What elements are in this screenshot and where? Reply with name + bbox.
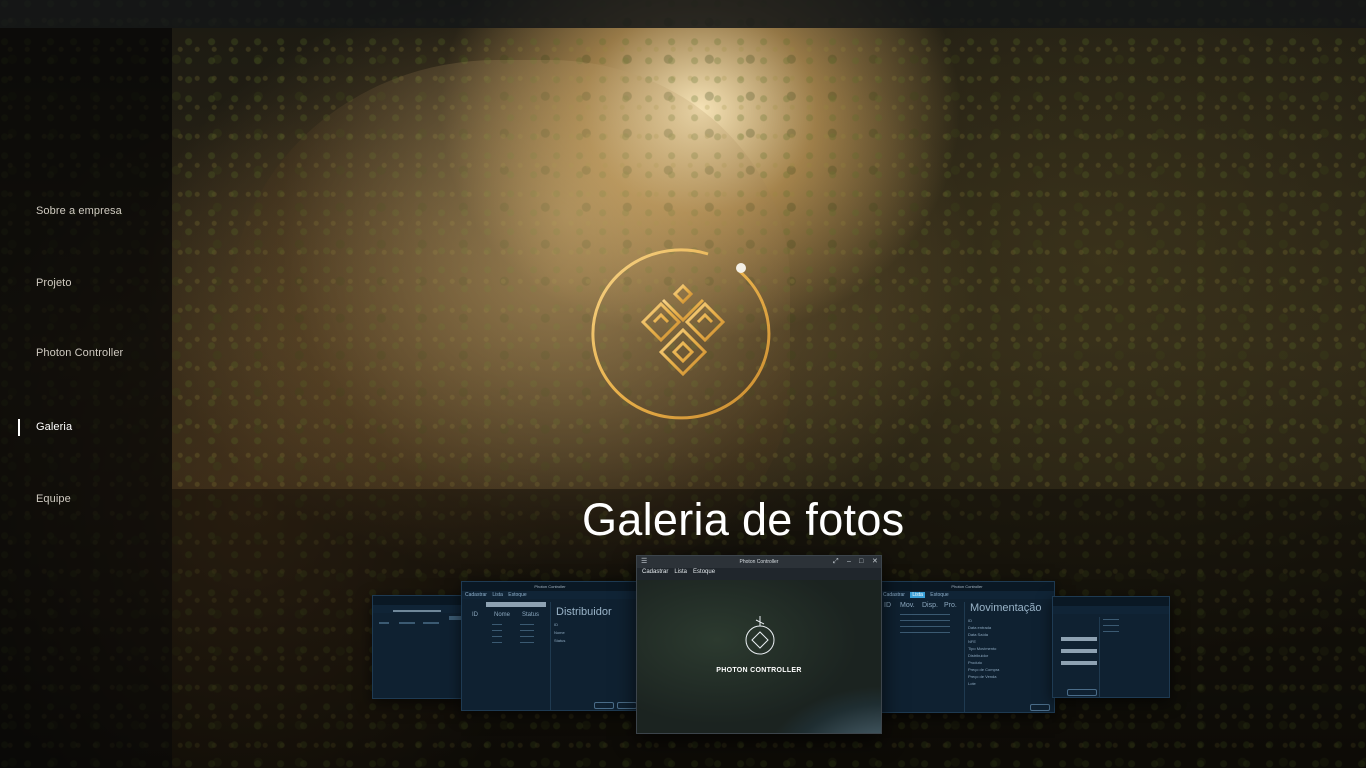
field-label: ID [554,622,558,627]
thumbnail-divider [964,602,965,712]
table-row [900,614,950,615]
menu-item-cadastrar: Cadastrar [883,592,905,598]
column-header-pro: Pro. [944,602,957,609]
column-header-disp: Disp. [922,602,938,609]
nav-item-photon-controller[interactable]: Photon Controller [36,347,123,359]
thumbnail-button [1067,689,1097,696]
field-label: Produto [968,660,983,665]
thumbnail-menu: Cadastrar Lista Estoque [880,591,1054,599]
menu-item-cadastrar: Cadastrar [465,592,487,598]
expand-icon: ⤢ [833,558,839,565]
thumbnail-field [1061,661,1097,665]
field-label: Preço de Venda [968,674,997,679]
thumbnail-line [449,616,461,620]
nav-item-equipe[interactable]: Equipe [36,493,71,505]
table-row [492,636,502,637]
column-header-nome: Nome [494,612,511,618]
table-row [492,642,502,643]
thumbnail-line [1103,625,1119,626]
thumbnail-button [617,702,637,709]
gallery-title: Galeria de fotos [582,494,905,545]
sidebar: Sobre a empresa Projeto Photon Controlle… [0,28,172,768]
field-label: Nome [554,630,565,635]
table-row [520,642,534,643]
table-row [492,630,502,631]
close-icon: ✕ [872,558,878,565]
thumbnail-menu: Cadastrar Lista Estoque [462,591,638,599]
thumbnail-line [1103,631,1119,632]
menu-item-cadastrar: Cadastrar [642,569,669,575]
table-row [520,636,534,637]
table-row [520,630,534,631]
thumbnail-menu: Cadastrar Lista Estoque [642,569,715,575]
field-label: Distribuidor [968,653,989,658]
column-header-id: ID [472,612,478,618]
thumbnail-menu [1053,606,1169,614]
thumbnail-button [594,702,614,709]
column-header-mov: Mov. [900,602,915,609]
gallery-thumbnail[interactable] [372,595,464,699]
thumbnail-heading: Distribuidor [556,606,612,618]
minimize-icon: – [847,558,851,565]
gallery-thumbnail-movimentacao[interactable]: Photon Controller Cadastrar Lista Estoqu… [879,581,1055,713]
column-header-id: ID [884,602,891,609]
thumbnail-titlebar [1053,597,1169,606]
thumbnail-field [1061,637,1097,641]
menu-item-lista: Lista [910,592,925,598]
photon-controller-logo-icon [745,616,775,655]
thumbnail-line [1103,619,1119,620]
thumbnail-button [1030,704,1050,711]
thumbnail-line [399,622,415,624]
table-row [900,626,950,627]
menu-item-estoque: Estoque [693,569,716,575]
active-nav-indicator [18,419,20,436]
field-label: Lote [968,681,976,686]
thumbnail-line [379,622,389,624]
nav-item-sobre-a-empresa[interactable]: Sobre a empresa [36,205,122,217]
top-bar [0,0,1366,28]
table-row [520,624,534,625]
field-label: ID [968,618,972,623]
table-row [900,632,950,633]
field-label: Status [554,638,566,643]
field-label: Data Saída [968,632,989,637]
maximize-icon: □ [859,558,864,565]
thumbnail-line [423,622,439,624]
thumbnail-window-title: Photon Controller [739,559,779,565]
field-label: NFE [968,639,976,644]
thumbnail-heading: Movimentação [970,602,1042,614]
nav-item-galeria[interactable]: Galeria [36,421,72,433]
menu-item-estoque: Estoque [508,592,527,598]
table-row [900,620,950,621]
thumbnail-brand-text: PHOTON CONTROLLER [716,667,802,674]
gallery-thumbnail[interactable] [1052,596,1170,698]
gallery-thumbnail-main[interactable]: ☰ Photon Controller ⤢ – □ ✕ Cadastrar Li… [636,555,882,734]
thumbnail-titlebar [373,596,463,605]
thumbnail-window-title: Photon Controller [462,582,638,591]
thumbnail-search-field [486,602,546,607]
thumbnail-window-title: Photon Controller [880,582,1054,591]
column-header-status: Status [522,612,540,618]
company-logo-icon [591,248,771,420]
nav-item-projeto[interactable]: Projeto [36,277,72,289]
gallery-thumbnail-distribuidor[interactable]: Photon Controller Cadastrar Lista Estoqu… [461,581,639,711]
field-label: Data entrada [968,625,992,630]
thumbnail-field [1061,649,1097,653]
field-label: Preço de Compra [968,667,1000,672]
menu-item-estoque: Estoque [930,592,949,598]
thumbnail-search-bar [393,610,441,612]
table-row [492,624,502,625]
thumbnail-divider [1099,617,1100,697]
menu-item-lista: Lista [492,592,503,598]
menu-item-lista: Lista [674,569,688,575]
thumbnail-titlebar: ☰ Photon Controller ⤢ – □ ✕ [637,556,881,568]
thumbnail-divider [550,602,551,710]
field-label: Tipo Movimento [968,646,997,651]
